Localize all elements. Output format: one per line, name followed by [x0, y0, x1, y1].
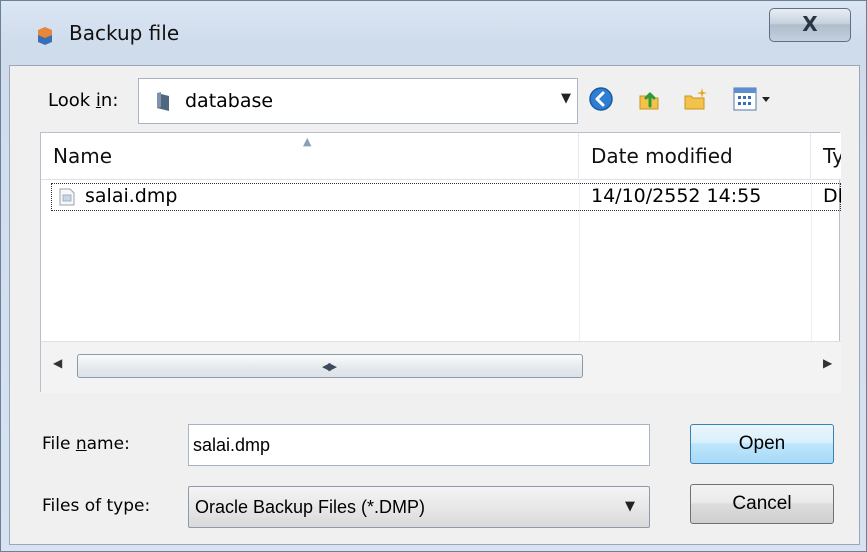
- look-in-label: Look in:: [48, 90, 119, 111]
- scroll-right-icon[interactable]: ▶: [823, 356, 832, 370]
- file-type-dropdown[interactable]: Oracle Backup Files (*.DMP) ▼: [188, 486, 650, 528]
- chevron-down-icon[interactable]: ▼: [625, 499, 635, 514]
- back-icon[interactable]: [588, 86, 614, 112]
- close-button[interactable]: X: [769, 8, 851, 42]
- look-in-value: database: [185, 90, 274, 112]
- date-modified-cell: 14/10/2552 14:55: [591, 185, 762, 207]
- column-header-type[interactable]: Ty: [811, 133, 841, 179]
- app-icon: [38, 27, 52, 45]
- chevron-down-icon[interactable]: ▼: [561, 91, 571, 106]
- file-name-input[interactable]: [188, 424, 650, 466]
- file-name-label: File name:: [42, 434, 130, 454]
- column-header-name[interactable]: Name ▲: [41, 133, 579, 179]
- view-menu-icon[interactable]: [731, 86, 775, 112]
- scroll-left-icon[interactable]: ◀: [53, 356, 62, 370]
- type-cell: DI: [823, 185, 841, 207]
- dialog-body: Look in: database ▼ Name ▲ Date modified…: [9, 65, 860, 545]
- file-type-value: Oracle Backup Files (*.DMP): [195, 497, 426, 517]
- look-in-dropdown[interactable]: database ▼: [138, 78, 578, 124]
- backup-file-dialog: Backup file X Look in: database ▼ Name ▲…: [0, 0, 867, 552]
- column-header-date-modified[interactable]: Date modified: [579, 133, 811, 179]
- file-icon: [59, 188, 75, 206]
- sort-ascending-icon: ▲: [303, 135, 312, 148]
- header-divider: [41, 179, 841, 180]
- file-name-cell: salai.dmp: [85, 185, 178, 207]
- window-title: Backup file: [69, 21, 180, 45]
- file-type-label: Files of type:: [42, 496, 151, 516]
- horizontal-scrollbar[interactable]: ◀ ◀▶ ▶: [41, 341, 841, 393]
- folder-icon: [157, 92, 169, 111]
- grip-icon: ◀▶: [322, 360, 337, 373]
- title-bar[interactable]: Backup file X: [1, 1, 867, 65]
- cancel-button[interactable]: Cancel: [690, 484, 834, 524]
- table-row[interactable]: salai.dmp 14/10/2552 14:55 DI: [51, 183, 841, 211]
- up-folder-icon[interactable]: [636, 86, 662, 112]
- open-button[interactable]: Open: [690, 424, 834, 464]
- new-folder-icon[interactable]: [682, 86, 708, 112]
- file-list[interactable]: Name ▲ Date modified Ty salai.dmp 14/10/…: [40, 132, 841, 393]
- scrollbar-thumb[interactable]: ◀▶: [77, 354, 583, 378]
